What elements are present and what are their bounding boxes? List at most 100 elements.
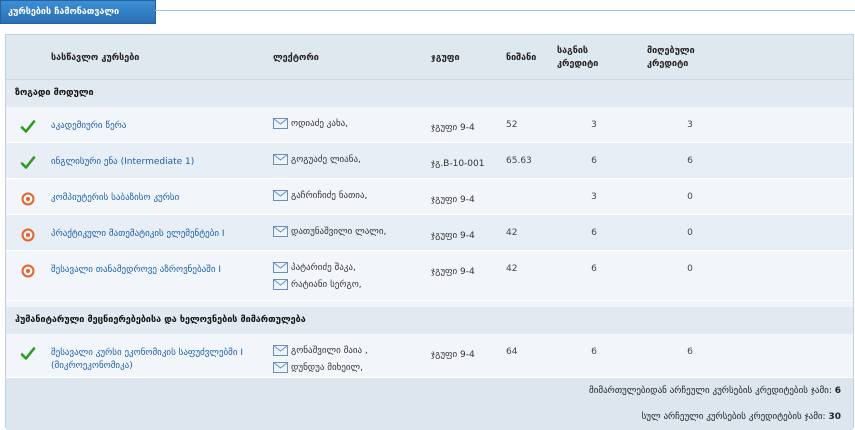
earned-credits-cell: 0 — [687, 228, 693, 238]
group-cell: ჯგუფი 9-4 — [431, 267, 475, 277]
mail-icon[interactable] — [273, 279, 288, 290]
course-link[interactable]: კომპიუტერის საბაზისო კურსი — [51, 192, 261, 205]
credits-cell: 6 — [591, 156, 597, 166]
course-row: ინგლისური ენა (Intermediate 1) გოგუაძე ლი… — [6, 143, 853, 179]
header-grade: ნიშანი — [506, 53, 537, 63]
mail-icon[interactable] — [273, 118, 288, 129]
table-header: სასწავლო კურსები ლექტორი ჯგუფი ნიშანი სა… — [6, 35, 853, 80]
earned-credits-cell: 0 — [687, 264, 693, 274]
lecturer-name: ოდიაძე კახა, — [291, 119, 349, 129]
target-circle-icon — [21, 192, 35, 206]
lecturer-cell: ოდიაძე კახა, — [273, 116, 423, 133]
lecturer-name: პატარიძე შაკა, — [291, 263, 356, 273]
course-link[interactable]: ინგლისური ენა (Intermediate 1) — [51, 156, 261, 169]
grade-cell: 52 — [506, 120, 518, 130]
group-cell: ჯგუფი 9-4 — [431, 231, 475, 241]
checkmark-icon — [20, 347, 36, 360]
lecturer-item: დათუნაშვილი ლალი, — [273, 226, 387, 237]
grade-cell: 42 — [506, 264, 518, 274]
status-cell — [20, 263, 36, 279]
lecturer-cell: გაჩრიჩიძე ნათია, — [273, 188, 423, 205]
group-cell: ჯგუფი 9-4 — [431, 195, 475, 205]
course-row: აკადემიური წერა ოდიაძე კახა, ჯგუფი 9-4 52 3 3 — [6, 107, 853, 143]
grade-cell: 65.63 — [506, 156, 532, 166]
total-credits-label: სულ არჩეული კურსების კრედიტების ჯამი: — [641, 412, 826, 422]
lecturer-item: დუნდუა მიხეილ, — [273, 362, 363, 373]
status-cell — [20, 119, 36, 135]
header-group: ჯგუფი — [431, 53, 460, 63]
credits-cell: 3 — [591, 192, 597, 202]
mail-icon[interactable] — [273, 262, 288, 273]
earned-credits-cell: 6 — [687, 156, 693, 166]
header-lecturer: ლექტორი — [273, 53, 319, 63]
course-row: კომპიუტერის საბაზისო კურსი გაჩრიჩიძე ნათი… — [6, 179, 853, 215]
mail-icon[interactable] — [273, 190, 288, 201]
total-credits-value: 30 — [828, 412, 841, 422]
direction-credits-value: 6 — [834, 386, 841, 396]
lecturer-name: რატიანი სერგო, — [291, 280, 362, 290]
section-header: ზოგადი მოდული — [6, 80, 853, 107]
panel-tab-row: კურსების ჩამონათვალი — [0, 0, 855, 26]
grade-cell: 42 — [506, 228, 518, 238]
group-cell: ჯგუფი 9-4 — [431, 123, 475, 133]
status-cell — [20, 346, 36, 362]
lecturer-name: დათუნაშვილი ლალი, — [291, 227, 387, 237]
course-link[interactable]: პრაქტიკული მათემატიკის ელემენტები I — [51, 228, 261, 241]
panel-title: კურსების ჩამონათვალი — [0, 0, 156, 24]
mail-icon[interactable] — [273, 362, 288, 373]
credits-cell: 6 — [591, 347, 597, 357]
course-row: პრაქტიკული მათემატიკის ელემენტები I დათუნ… — [6, 215, 853, 251]
status-cell — [20, 227, 36, 243]
mail-icon[interactable] — [273, 154, 288, 165]
course-list-panel: სასწავლო კურსები ლექტორი ჯგუფი ნიშანი სა… — [5, 34, 854, 430]
course-row: შესავალი კურსი ეკონომიკის საფუძვლებში I … — [6, 334, 853, 378]
lecturer-cell: პატარიძე შაკა, რატიანი სერგო, — [273, 260, 423, 294]
header-earned-line2: კრედიტი — [647, 59, 689, 69]
checkmark-icon — [20, 156, 36, 169]
course-link[interactable]: შესავალი კურსი ეკონომიკის საფუძვლებში I … — [51, 347, 261, 373]
lecturer-item: ოდიაძე კახა, — [273, 118, 349, 129]
lecturer-item: პატარიძე შაკა, — [273, 262, 356, 273]
course-link[interactable]: აკადემიური წერა — [51, 120, 261, 133]
credits-cell: 6 — [591, 228, 597, 238]
direction-credits-label: მიმართულებიდან არჩეული კურსების კრედიტებ… — [589, 386, 832, 396]
target-circle-icon — [21, 264, 35, 278]
lecturer-item: გაჩრიჩიძე ნათია, — [273, 190, 368, 201]
earned-credits-cell: 6 — [687, 347, 693, 357]
header-earned-line1: მიღებული — [647, 46, 695, 56]
section-header: ჰუმანიტარული მეცნიერებებისა და ხელოვნები… — [6, 307, 853, 334]
lecturer-name: გონაშვილი მაია , — [291, 346, 368, 356]
direction-credits-summary: მიმართულებიდან არჩეული კურსების კრედიტებ… — [6, 378, 853, 404]
group-cell: ჯგუფი 9-4 — [431, 350, 475, 360]
tab-divider — [155, 10, 855, 11]
header-credits-line2: კრედიტი — [557, 59, 599, 69]
lecturer-item: გოგუაძე ლიანა, — [273, 154, 361, 165]
lecturer-cell: გოგუაძე ლიანა, — [273, 152, 423, 169]
mail-icon[interactable] — [273, 345, 288, 356]
course-link[interactable]: შესავალი თანამედროვე აზროვნებაში I — [51, 264, 261, 277]
grade-cell: 64 — [506, 347, 518, 357]
course-row: შესავალი თანამედროვე აზროვნებაში I პატარი… — [6, 251, 853, 301]
credits-cell: 3 — [591, 120, 597, 130]
checkmark-icon — [20, 120, 36, 133]
earned-credits-cell: 3 — [687, 120, 693, 130]
header-earned: მიღებული კრედიტი — [647, 45, 695, 71]
status-cell — [20, 191, 36, 207]
lecturer-item: რატიანი სერგო, — [273, 279, 362, 290]
status-cell — [20, 155, 36, 171]
mail-icon[interactable] — [273, 226, 288, 237]
header-credits: საგნის კრედიტი — [557, 45, 598, 71]
header-credits-line1: საგნის — [557, 46, 588, 56]
total-credits-summary: სულ არჩეული კურსების კრედიტების ჯამი: 30 — [6, 404, 853, 430]
lecturer-name: გაჩრიჩიძე ნათია, — [291, 191, 368, 201]
lecturer-name: დუნდუა მიხეილ, — [291, 363, 363, 373]
lecturer-cell: დათუნაშვილი ლალი, — [273, 224, 423, 241]
earned-credits-cell: 0 — [687, 192, 693, 202]
lecturer-name: გოგუაძე ლიანა, — [291, 155, 361, 165]
header-course: სასწავლო კურსები — [51, 53, 140, 63]
group-cell: ჯგ.B-10-001 — [431, 159, 485, 169]
credits-cell: 6 — [591, 264, 597, 274]
lecturer-cell: გონაშვილი მაია , დუნდუა მიხეილ, — [273, 343, 423, 377]
target-circle-icon — [21, 228, 35, 242]
lecturer-item: გონაშვილი მაია , — [273, 345, 368, 356]
